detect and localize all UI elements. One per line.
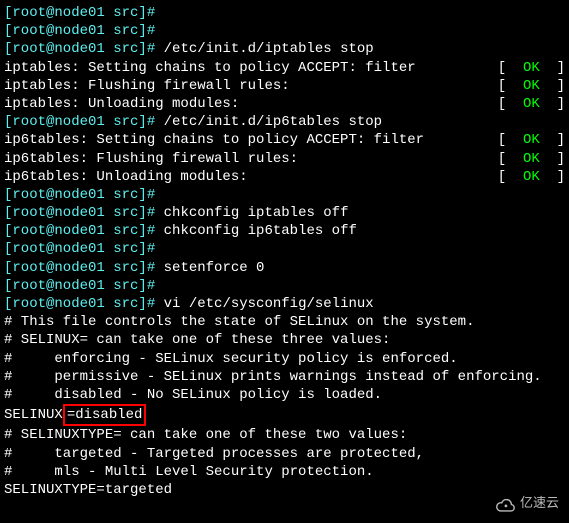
cloud-icon (494, 497, 516, 513)
config-comment: # permissive - SELinux prints warnings i… (4, 368, 565, 386)
status-ok: [ OK ] (498, 168, 565, 186)
terminal-line: [root@node01 src]# setenforce 0 (4, 259, 565, 277)
watermark-text: 亿速云 (520, 496, 559, 513)
command: setenforce 0 (164, 260, 265, 276)
config-comment: # SELINUX= can take one of these three v… (4, 331, 565, 349)
status-ok: [ OK ] (498, 77, 565, 95)
command: chkconfig ip6tables off (164, 223, 357, 239)
terminal-line: [root@node01 src]# (4, 22, 565, 40)
status-ok: [ OK ] (498, 131, 565, 149)
highlighted-value: =disabled (63, 404, 147, 426)
prompt: [root@node01 src]# (4, 205, 164, 221)
terminal-line: [root@node01 src]# chkconfig iptables of… (4, 204, 565, 222)
terminal-line: [root@node01 src]# (4, 4, 565, 22)
status-line: ip6tables: Unloading modules: [ OK ] (4, 168, 565, 186)
terminal-line: [root@node01 src]# /etc/init.d/iptables … (4, 40, 565, 58)
command: /etc/init.d/iptables stop (164, 41, 374, 57)
prompt: [root@node01 src]# (4, 223, 164, 239)
status-message: ip6tables: Flushing firewall rules: (4, 150, 298, 168)
status-message: ip6tables: Setting chains to policy ACCE… (4, 131, 424, 149)
status-ok: [ OK ] (498, 95, 565, 113)
status-ok: [ OK ] (498, 150, 565, 168)
config-comment: # mls - Multi Level Security protection. (4, 463, 565, 481)
terminal-line: [root@node01 src]# (4, 240, 565, 258)
status-line: iptables: Flushing firewall rules: [ OK ] (4, 77, 565, 95)
prompt: [root@node01 src]# (4, 260, 164, 276)
terminal-line: [root@node01 src]# vi /etc/sysconfig/sel… (4, 295, 565, 313)
terminal-line: [root@node01 src]# (4, 277, 565, 295)
config-comment: # This file controls the state of SELinu… (4, 313, 565, 331)
status-line: ip6tables: Flushing firewall rules: [ OK … (4, 150, 565, 168)
status-line: ip6tables: Setting chains to policy ACCE… (4, 131, 565, 149)
config-line: SELINUX=disabled (4, 404, 565, 426)
command: chkconfig iptables off (164, 205, 349, 221)
watermark: 亿速云 (494, 496, 559, 513)
config-comment: # SELINUXTYPE= can take one of these two… (4, 426, 565, 444)
command: vi /etc/sysconfig/selinux (164, 296, 374, 312)
terminal-line: [root@node01 src]# (4, 186, 565, 204)
prompt: [root@node01 src]# (4, 296, 164, 312)
status-line: iptables: Unloading modules: [ OK ] (4, 95, 565, 113)
terminal-line: [root@node01 src]# /etc/init.d/ip6tables… (4, 113, 565, 131)
status-line: iptables: Setting chains to policy ACCEP… (4, 59, 565, 77)
status-message: ip6tables: Unloading modules: (4, 168, 248, 186)
status-message: iptables: Setting chains to policy ACCEP… (4, 59, 416, 77)
config-line: SELINUXTYPE=targeted (4, 481, 565, 499)
status-ok: [ OK ] (498, 59, 565, 77)
selinux-key: SELINUX (4, 407, 63, 423)
terminal-line: [root@node01 src]# chkconfig ip6tables o… (4, 222, 565, 240)
status-message: iptables: Flushing firewall rules: (4, 77, 290, 95)
status-message: iptables: Unloading modules: (4, 95, 239, 113)
prompt: [root@node01 src]# (4, 114, 164, 130)
config-comment: # disabled - No SELinux policy is loaded… (4, 386, 565, 404)
prompt: [root@node01 src]# (4, 41, 164, 57)
command: /etc/init.d/ip6tables stop (164, 114, 382, 130)
config-comment: # enforcing - SELinux security policy is… (4, 350, 565, 368)
config-comment: # targeted - Targeted processes are prot… (4, 445, 565, 463)
